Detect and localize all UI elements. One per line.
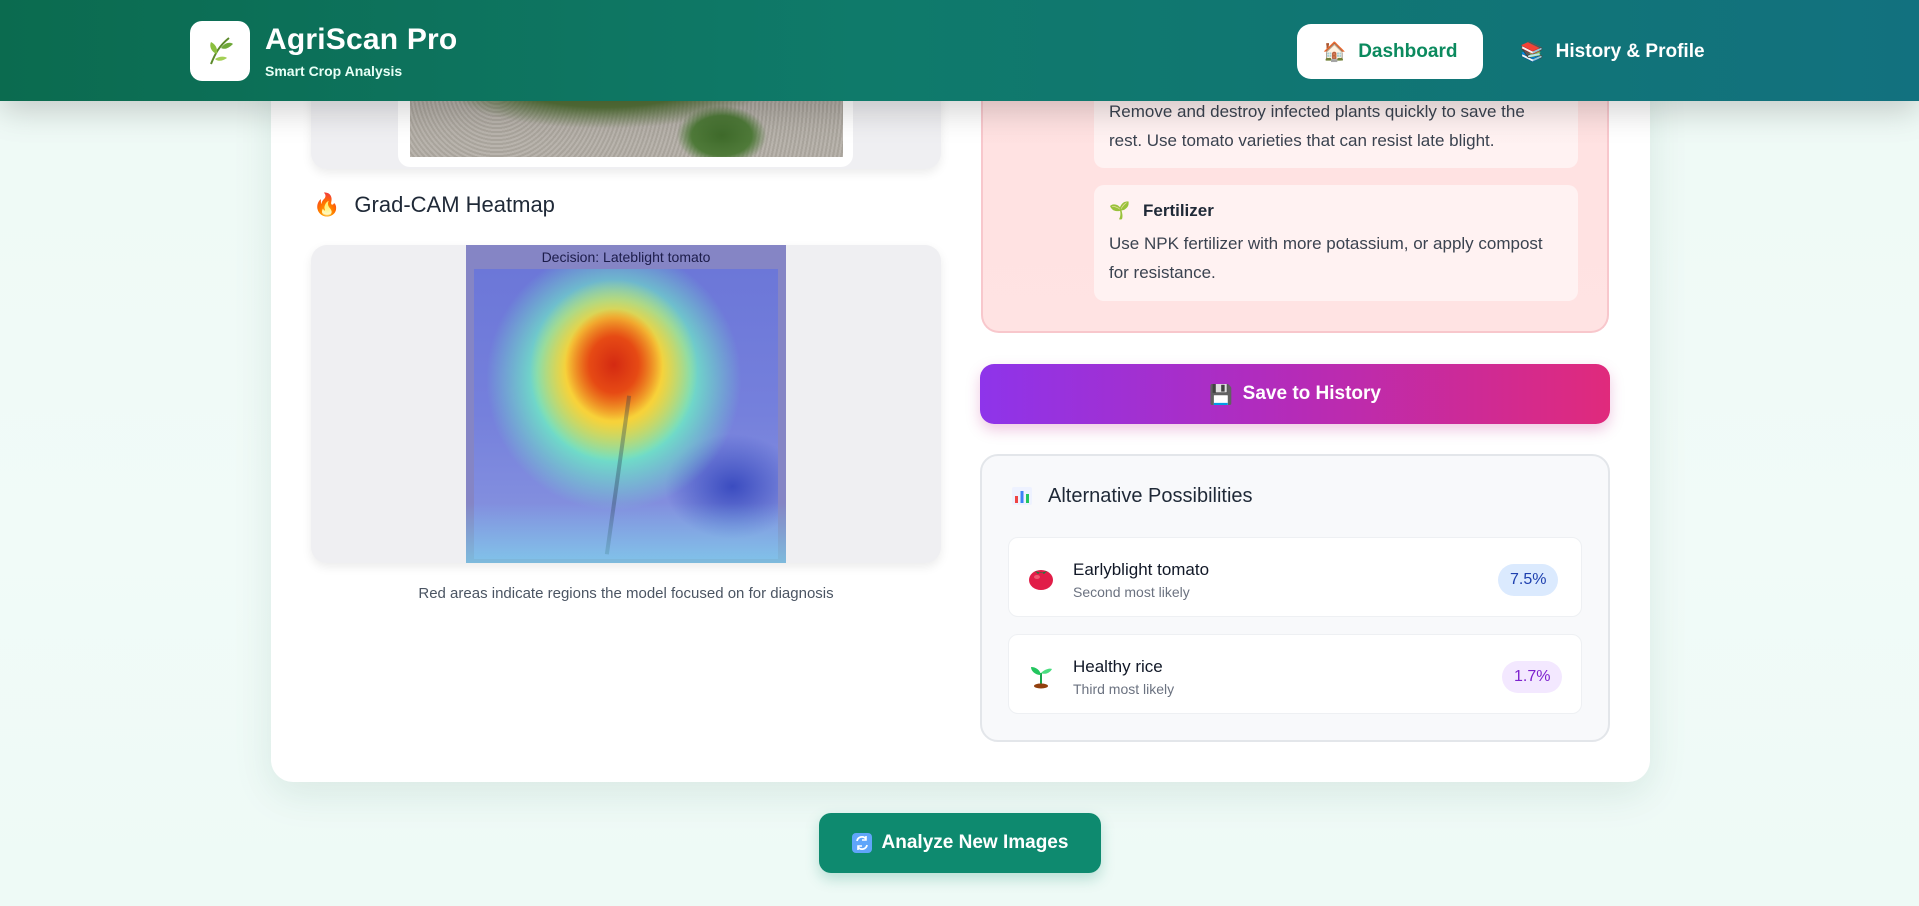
- alternative-name: Healthy rice: [1073, 657, 1163, 676]
- alternative-item[interactable]: Healthy rice Third most likely 1.7%: [1008, 634, 1582, 714]
- save-to-history-label: Save to History: [1242, 383, 1381, 404]
- alternative-item[interactable]: Earlyblight tomato Second most likely 7.…: [1008, 537, 1582, 617]
- alternative-note: Second most likely: [1073, 584, 1190, 600]
- nav-dashboard-button[interactable]: 🏠 Dashboard: [1297, 24, 1483, 79]
- alternative-percent-badge: 7.5%: [1498, 564, 1559, 596]
- nav-history-label: History & Profile: [1555, 40, 1705, 62]
- analyze-new-images-label: Analyze New Images: [881, 832, 1069, 853]
- heatmap-header: 🔥 Grad-CAM Heatmap: [313, 192, 555, 218]
- heatmap-decision-label: Decision: Lateblight tomato: [541, 249, 711, 265]
- refresh-icon: [851, 833, 872, 853]
- alternatives-header: Alternative Possibilities: [1010, 484, 1253, 508]
- tomato-icon: [1029, 570, 1053, 590]
- fertilizer-text: Use NPK fertilizer with more potassium, …: [1109, 229, 1543, 287]
- gradcam-heatmap-image: Decision: Lateblight tomato: [466, 245, 786, 563]
- heatmap-title: Grad-CAM Heatmap: [354, 192, 555, 217]
- heatmap-description: Red areas indicate regions the model foc…: [418, 585, 834, 602]
- fire-icon: 🔥: [313, 192, 341, 218]
- fertilizer-text-line-2: for resistance.: [1109, 263, 1216, 282]
- save-to-history-button[interactable]: 💾 Save to History: [980, 364, 1610, 424]
- alternatives-title: Alternative Possibilities: [1048, 484, 1253, 507]
- seedling-icon: [1031, 667, 1052, 689]
- books-icon: 📚: [1520, 41, 1544, 63]
- fertilizer-title: Fertilizer: [1143, 201, 1214, 220]
- app-logo[interactable]: [190, 21, 250, 81]
- bar-chart-icon: [1012, 487, 1032, 505]
- fertilizer-text-line-1: Use NPK fertilizer with more potassium, …: [1109, 234, 1543, 253]
- management-text: Remove and destroy infected plants quick…: [1109, 97, 1525, 155]
- home-icon: 🏠: [1322, 41, 1347, 63]
- alternative-percent-badge: 1.7%: [1502, 661, 1563, 693]
- management-text-line-2: rest. Use tomato varieties that can resi…: [1109, 131, 1495, 150]
- top-header: AgriScan Pro Smart Crop Analysis 🏠 Dashb…: [0, 0, 1919, 101]
- app-title: AgriScan Pro: [265, 23, 458, 56]
- seedling-icon: 🌱: [1109, 201, 1131, 221]
- management-text-line-1: Remove and destroy infected plants quick…: [1109, 102, 1525, 121]
- leaf-icon: [210, 37, 233, 65]
- alternative-name: Earlyblight tomato: [1073, 560, 1210, 579]
- alternative-note: Third most likely: [1073, 681, 1175, 697]
- nav-history-button[interactable]: 📚 History & Profile: [1520, 24, 1705, 79]
- heatmap-edge-glow: [466, 503, 786, 563]
- nav-dashboard-label: Dashboard: [1358, 40, 1458, 62]
- floppy-disk-icon: 💾: [1209, 383, 1233, 406]
- app-subtitle: Smart Crop Analysis: [265, 63, 403, 79]
- analyze-new-images-button[interactable]: Analyze New Images: [819, 813, 1101, 873]
